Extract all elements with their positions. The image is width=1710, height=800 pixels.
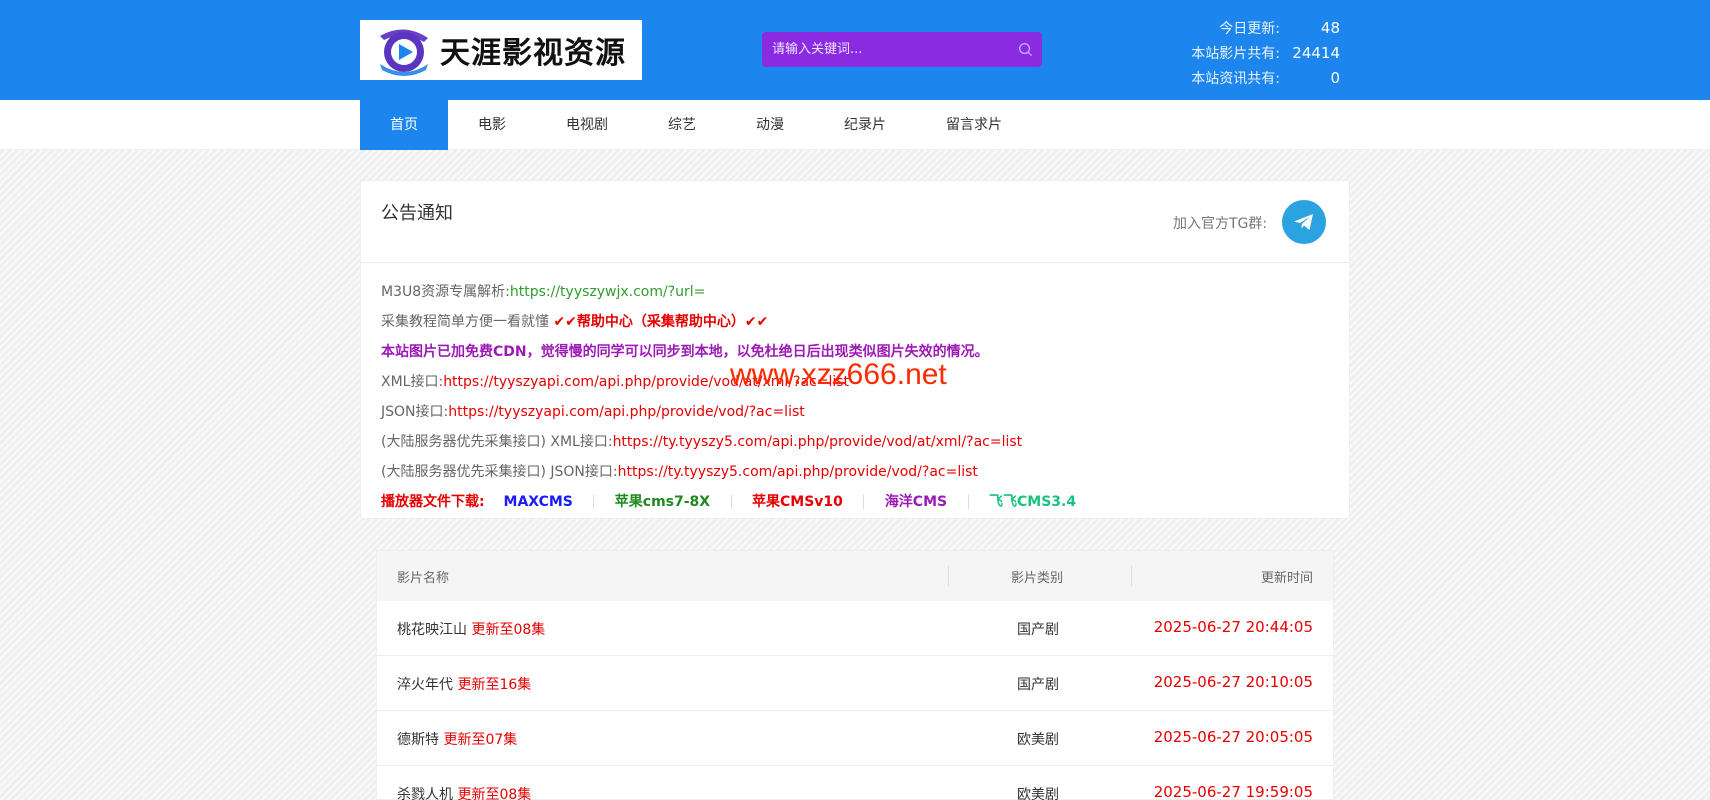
title-text: 桃花映江山 xyxy=(397,622,467,638)
notice-line-tutorial: 采集教程简单方便一看就懂 ✔✔帮助中心（采集帮助中心）✔✔ xyxy=(381,307,1329,337)
notice-line-parse: M3U8资源专属解析:https://tyyszywjx.com/?url= xyxy=(381,277,1329,307)
download-applecms-v10[interactable]: 苹果CMSv10 xyxy=(752,494,843,510)
search-box xyxy=(762,32,1042,67)
nav-item-request[interactable]: 留言求片 xyxy=(916,100,1032,150)
cn-xml-link[interactable]: https://ty.tyyszy5.com/api.php/provide/v… xyxy=(613,434,1023,450)
title-cell[interactable]: 淬火年代 更新至16集 xyxy=(397,674,531,694)
stat-total-videos: 本站影片共有: 24414 xyxy=(1150,40,1350,65)
episode-status: 更新至16集 xyxy=(457,677,532,693)
stat-label: 今日更新: xyxy=(1219,20,1280,37)
stat-label: 本站影片共有: xyxy=(1191,45,1280,62)
download-label: 播放器文件下载: xyxy=(381,494,485,510)
notice-panel: 公告通知 加入官方TG群: M3U8资源专属解析:https://tyyszyw… xyxy=(360,180,1350,519)
stat-total-news: 本站资讯共有: 0 xyxy=(1150,65,1350,90)
update-table: 影片名称 影片类别 更新时间 桃花映江山 更新至08集 国产剧 2025-06-… xyxy=(376,550,1334,800)
tutorial-label: 采集教程简单方便一看就懂 xyxy=(381,314,549,330)
stat-today-updates: 今日更新: 48 xyxy=(1150,15,1350,40)
cn-xml-label: (大陆服务器优先采集接口) XML接口: xyxy=(381,434,613,450)
time-cell: 2025-06-27 20:10:05 xyxy=(1153,673,1313,691)
stat-value: 0 xyxy=(1330,68,1340,87)
header-type: 影片类别 xyxy=(1011,570,1064,586)
json-link[interactable]: https://tyyszyapi.com/api.php/provide/vo… xyxy=(448,404,805,420)
parse-link[interactable]: https://tyyszywjx.com/?url= xyxy=(510,284,706,300)
table-row[interactable]: 桃花映江山 更新至08集 国产剧 2025-06-27 20:44:05 xyxy=(377,601,1333,656)
download-applecms-7-8x[interactable]: 苹果cms7-8X xyxy=(615,494,710,510)
notice-title: 公告通知 xyxy=(381,203,453,224)
episode-status: 更新至08集 xyxy=(457,787,532,800)
notice-line-cn-xml: (大陆服务器优先采集接口) XML接口:https://ty.tyyszy5.c… xyxy=(381,427,1329,457)
search-button[interactable] xyxy=(1008,32,1042,67)
logo-text: 天涯影视资源 xyxy=(440,36,626,71)
notice-line-json: JSON接口:https://tyyszyapi.com/api.php/pro… xyxy=(381,397,1329,427)
json-label: JSON接口: xyxy=(381,404,449,420)
telegram-icon xyxy=(1294,214,1313,230)
table-row[interactable]: 杀戮人机 更新至08集 欧美剧 2025-06-27 19:59:05 xyxy=(377,766,1333,800)
nav-item-home[interactable]: 首页 xyxy=(360,100,448,150)
download-feifeicms[interactable]: 飞飞CMS3.4 xyxy=(989,494,1076,510)
help-center-link[interactable]: ✔✔帮助中心（采集帮助中心）✔✔ xyxy=(553,314,768,330)
nav-item-anime[interactable]: 动漫 xyxy=(726,100,814,150)
table-header: 影片名称 影片类别 更新时间 xyxy=(377,551,1333,601)
site-header: 天涯影视资源 今日更新: 48 本站影片共有: 24414 本站资讯共有: 0 xyxy=(0,0,1710,100)
title-text: 淬火年代 xyxy=(397,677,453,693)
title-text: 杀戮人机 xyxy=(397,787,453,800)
category-cell: 国产剧 xyxy=(1017,677,1059,693)
nav-item-tv-series[interactable]: 电视剧 xyxy=(536,100,638,150)
divider xyxy=(730,495,732,509)
download-seacms[interactable]: 海洋CMS xyxy=(885,494,947,510)
xml-label: XML接口: xyxy=(381,374,444,390)
watermark-text: www.xzz666.net xyxy=(730,358,947,391)
tg-label: 加入官方TG群: xyxy=(1173,216,1268,232)
site-logo[interactable]: 天涯影视资源 xyxy=(360,20,642,80)
notice-header: 公告通知 加入官方TG群: xyxy=(361,181,1349,263)
search-input[interactable] xyxy=(762,32,1008,67)
stat-value: 48 xyxy=(1320,18,1340,37)
nav-item-variety[interactable]: 综艺 xyxy=(638,100,726,150)
cn-json-label: (大陆服务器优先采集接口) JSON接口: xyxy=(381,464,618,480)
header-name: 影片名称 xyxy=(397,570,450,586)
category-cell: 国产剧 xyxy=(1017,622,1059,638)
title-cell[interactable]: 桃花映江山 更新至08集 xyxy=(397,619,545,639)
time-cell: 2025-06-27 20:44:05 xyxy=(1153,618,1313,636)
notice-line-cn-json: (大陆服务器优先采集接口) JSON接口:https://ty.tyyszy5.… xyxy=(381,457,1329,487)
divider xyxy=(593,495,595,509)
episode-status: 更新至07集 xyxy=(443,732,518,748)
header-time: 更新时间 xyxy=(1260,570,1313,586)
search-icon xyxy=(1018,43,1032,57)
divider xyxy=(863,495,865,509)
telegram-button[interactable] xyxy=(1282,200,1326,244)
time-cell: 2025-06-27 20:05:05 xyxy=(1153,728,1313,746)
play-logo-icon xyxy=(380,29,428,76)
parse-label: M3U8资源专属解析: xyxy=(381,284,510,300)
title-cell[interactable]: 德斯特 更新至07集 xyxy=(397,729,517,749)
stat-label: 本站资讯共有: xyxy=(1191,70,1280,87)
stat-value: 24414 xyxy=(1292,43,1340,62)
category-cell: 欧美剧 xyxy=(1017,732,1059,748)
table-row[interactable]: 德斯特 更新至07集 欧美剧 2025-06-27 20:05:05 xyxy=(377,711,1333,766)
download-maxcms[interactable]: MAXCMS xyxy=(504,494,573,510)
nav-item-documentary[interactable]: 纪录片 xyxy=(814,100,916,150)
table-row[interactable]: 淬火年代 更新至16集 国产剧 2025-06-27 20:10:05 xyxy=(377,656,1333,711)
divider xyxy=(948,566,949,586)
main-nav: 首页 电影 电视剧 综艺 动漫 纪录片 留言求片 xyxy=(0,100,1710,150)
divider xyxy=(967,495,969,509)
cn-json-link[interactable]: https://ty.tyyszy5.com/api.php/provide/v… xyxy=(618,464,978,480)
title-cell[interactable]: 杀戮人机 更新至08集 xyxy=(397,784,531,800)
time-cell: 2025-06-27 19:59:05 xyxy=(1153,783,1313,800)
title-text: 德斯特 xyxy=(397,732,439,748)
category-cell: 欧美剧 xyxy=(1017,787,1059,800)
divider xyxy=(1131,566,1132,586)
site-stats: 今日更新: 48 本站影片共有: 24414 本站资讯共有: 0 xyxy=(1150,15,1350,90)
nav-item-movies[interactable]: 电影 xyxy=(448,100,536,150)
episode-status: 更新至08集 xyxy=(471,622,546,638)
notice-line-downloads: 播放器文件下载: MAXCMS 苹果cms7-8X 苹果CMSv10 海洋CMS… xyxy=(381,487,1329,517)
